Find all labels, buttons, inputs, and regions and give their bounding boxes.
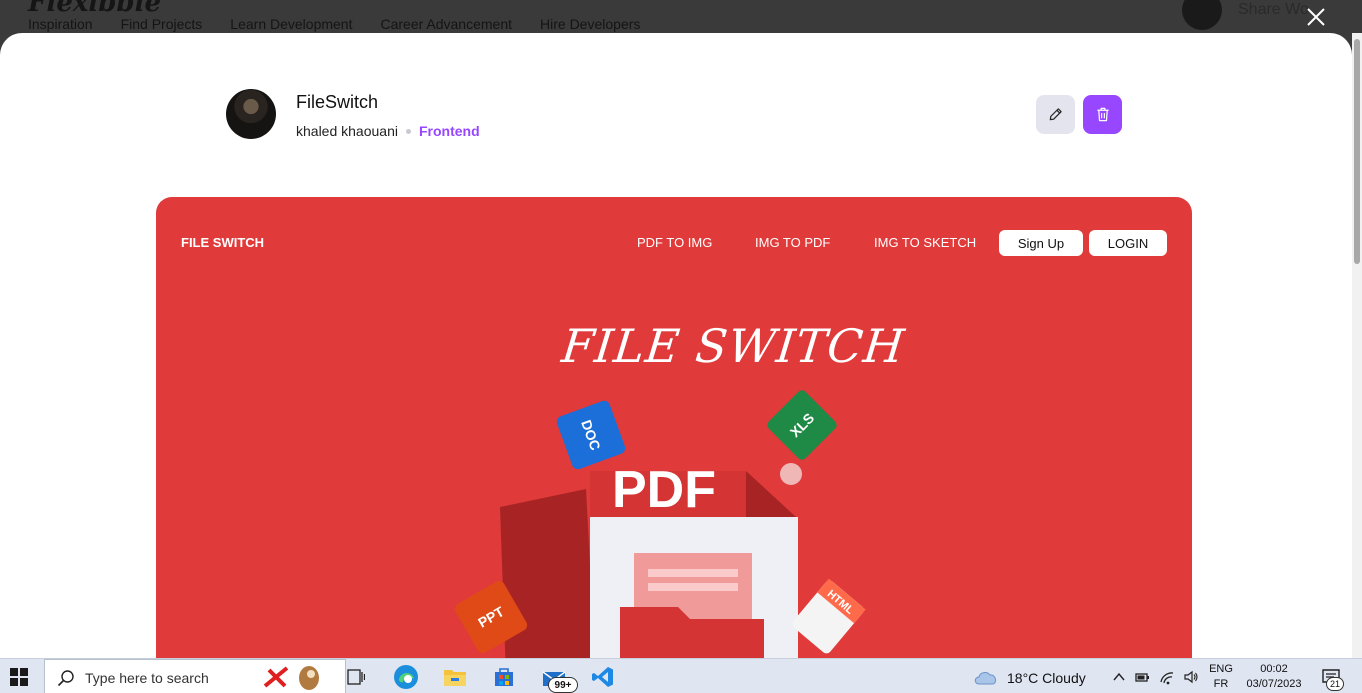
preview-brand: FILE SWITCH	[181, 235, 265, 250]
delete-project-button[interactable]	[1083, 95, 1122, 134]
notification-count-badge: 21	[1326, 677, 1344, 691]
preview-hero-title: FILE SWITCH	[559, 319, 908, 373]
nav-link-hire-developers[interactable]: Hire Developers	[540, 16, 640, 32]
task-view-icon[interactable]	[342, 663, 370, 691]
nav-link-learn-development[interactable]: Learn Development	[230, 16, 352, 32]
author-avatar[interactable]	[226, 89, 276, 139]
preview-link-pdf-to-img: PDF TO IMG	[637, 235, 713, 250]
project-preview-image: FILE SWITCH PDF TO IMG IMG TO PDF IMG TO…	[156, 197, 1192, 658]
trash-icon	[1096, 107, 1109, 122]
windows-start-icon[interactable]	[10, 668, 28, 686]
nav-link-find-projects[interactable]: Find Projects	[121, 16, 203, 32]
search-icon	[57, 670, 74, 687]
keyboard-layout: FR	[1213, 678, 1229, 690]
preview-link-img-to-pdf: IMG TO PDF	[755, 235, 831, 250]
file-explorer-icon[interactable]	[441, 663, 469, 691]
author-name[interactable]: khaled khaouani	[296, 123, 398, 139]
category-link[interactable]: Frontend	[419, 123, 480, 139]
mail-unread-badge: 99+	[548, 677, 578, 693]
search-placeholder: Type here to search	[85, 670, 209, 686]
project-title: FileSwitch	[296, 92, 379, 112]
edit-project-button[interactable]	[1036, 95, 1075, 134]
file-icons-illustration: PDF DOC XLS PPT HTML	[454, 390, 866, 658]
pdf-label: PDF	[612, 461, 716, 519]
project-meta: khaled khaouani Frontend	[296, 123, 480, 139]
clock-time: 00:02	[1260, 663, 1288, 675]
clock-date: 03/07/2023	[1246, 678, 1302, 690]
share-work-link[interactable]: Share Wo	[1238, 1, 1309, 19]
preview-signup-button: Sign Up	[999, 230, 1083, 256]
background-site-header: Flexibble Inspiration Find Projects Lear…	[0, 0, 1362, 34]
nav-link-career-advancement[interactable]: Career Advancement	[380, 16, 512, 32]
project-modal: FileSwitch khaled khaouani Frontend FILE…	[0, 33, 1352, 658]
pencil-icon	[1049, 108, 1062, 121]
input-language[interactable]: ENG FR	[1209, 662, 1233, 692]
wifi-icon[interactable]	[1159, 669, 1175, 685]
user-avatar[interactable]	[1182, 0, 1222, 30]
vscode-icon[interactable]	[589, 663, 617, 691]
chevron-up-icon[interactable]	[1111, 669, 1127, 685]
windows-taskbar: Type here to search 99+ 18°C Cloudy ENG …	[0, 658, 1362, 693]
scrollbar-thumb[interactable]	[1354, 39, 1360, 264]
battery-icon[interactable]	[1134, 669, 1150, 685]
search-highlight-icon	[263, 666, 319, 690]
taskbar-search-box[interactable]: Type here to search	[44, 659, 346, 693]
close-modal-button[interactable]	[1303, 4, 1329, 30]
nav-link-inspiration[interactable]: Inspiration	[28, 16, 93, 32]
taskbar-clock[interactable]: 00:02 03/07/2023	[1244, 662, 1304, 692]
microsoft-store-icon[interactable]	[490, 663, 518, 691]
site-nav: Inspiration Find Projects Learn Developm…	[28, 16, 640, 32]
preview-login-button: LOGIN	[1089, 230, 1167, 256]
language-code: ENG	[1209, 663, 1233, 675]
preview-link-img-to-sketch: IMG TO SKETCH	[874, 235, 977, 250]
close-icon	[1307, 8, 1325, 26]
modal-scrollbar[interactable]	[1352, 33, 1362, 658]
volume-icon[interactable]	[1183, 669, 1199, 685]
cloud-weather-icon[interactable]	[972, 668, 1000, 686]
scan-badge	[780, 463, 802, 485]
weather-text[interactable]: 18°C Cloudy	[1007, 670, 1086, 686]
edge-browser-icon[interactable]	[392, 663, 420, 691]
separator-dot	[405, 128, 411, 134]
